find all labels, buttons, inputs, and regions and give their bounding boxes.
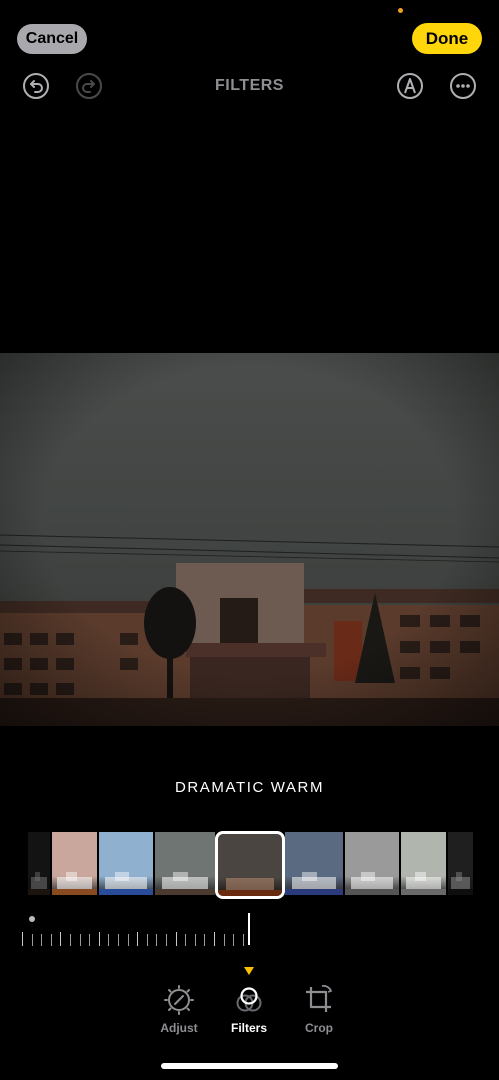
slider-tick bbox=[79, 934, 81, 946]
thumbnail-building-top bbox=[455, 872, 462, 881]
slider-tick bbox=[70, 934, 71, 946]
cancel-button[interactable]: Cancel bbox=[17, 24, 87, 54]
crop-tool-button[interactable]: Crop bbox=[289, 983, 349, 1035]
slider-tick bbox=[233, 934, 235, 946]
thumbnail-ground bbox=[52, 889, 97, 895]
slider-tick bbox=[89, 934, 91, 946]
recording-indicator-dot bbox=[398, 8, 403, 13]
thumbnail-building-top bbox=[302, 872, 317, 881]
filter-thumbnail-silvertone[interactable] bbox=[401, 832, 446, 895]
slider-tick bbox=[98, 932, 100, 946]
filters-tool-label: Filters bbox=[230, 1021, 267, 1035]
slider-tick bbox=[223, 934, 225, 946]
thumbnail-building-top bbox=[414, 872, 426, 881]
thumbnail-ground bbox=[448, 889, 473, 895]
filter-thumbnail-vivid-cool[interactable] bbox=[99, 832, 153, 895]
slider-tick bbox=[118, 934, 119, 946]
slider-tick bbox=[41, 934, 43, 946]
slider-tick bbox=[50, 934, 52, 946]
slider-tick bbox=[22, 932, 23, 946]
home-indicator[interactable] bbox=[161, 1063, 338, 1069]
filters-tool-button[interactable]: Filters bbox=[219, 983, 279, 1035]
filters-circles-icon bbox=[236, 987, 262, 1012]
thumbnail-ground bbox=[345, 889, 399, 895]
filter-thumbnail-mono[interactable] bbox=[345, 832, 399, 895]
thumbnail-ground bbox=[285, 889, 343, 895]
crop-tool-label: Crop bbox=[305, 1021, 333, 1035]
thumbnail-ground bbox=[155, 889, 215, 895]
slider-tick bbox=[175, 932, 177, 946]
adjust-dial-icon bbox=[164, 985, 194, 1015]
selected-filter-name: DRAMATIC WARM bbox=[174, 779, 325, 796]
markup-pen-icon[interactable] bbox=[395, 71, 425, 101]
slider-tick bbox=[31, 934, 33, 946]
more-icon[interactable] bbox=[448, 71, 478, 101]
thumbnail-building-top bbox=[173, 872, 188, 881]
slider-tick bbox=[137, 932, 139, 946]
adjust-tool-button[interactable]: Adjust bbox=[149, 983, 209, 1035]
adjust-tool-label: Adjust bbox=[160, 1021, 198, 1035]
slider-tick bbox=[146, 934, 148, 946]
slider-tick bbox=[108, 934, 110, 946]
slider-tick bbox=[127, 934, 129, 946]
thumbnail-ground bbox=[99, 889, 153, 895]
photo-preview[interactable] bbox=[0, 353, 499, 726]
slider-tick bbox=[185, 934, 187, 946]
thumbnail-building-top bbox=[115, 872, 129, 881]
crop-rotate-icon bbox=[306, 984, 333, 1012]
filter-thumbnail-original[interactable] bbox=[28, 832, 50, 895]
filter-thumbnail-dramatic[interactable] bbox=[155, 832, 215, 895]
filter-thumbnail-vivid-warm[interactable] bbox=[52, 832, 97, 895]
thumbnail-ground bbox=[28, 889, 50, 895]
thumbnail-building-top bbox=[65, 872, 77, 881]
slider-tick bbox=[242, 934, 244, 946]
thumbnail-building bbox=[225, 878, 275, 890]
thumbnail-ground bbox=[401, 889, 446, 895]
thumbnail-building-top bbox=[361, 872, 375, 881]
filter-thumbnail-dramatic-cool[interactable] bbox=[285, 832, 343, 895]
filter-thumbnail-noir[interactable] bbox=[448, 832, 473, 895]
thumbnail-ground bbox=[218, 890, 282, 896]
slider-current-indicator[interactable] bbox=[248, 913, 250, 945]
done-button[interactable]: Done bbox=[412, 23, 482, 54]
slider-tick bbox=[156, 934, 158, 946]
slider-tick bbox=[166, 934, 167, 946]
slider-tick bbox=[204, 934, 206, 946]
thumbnail-building-top bbox=[34, 872, 41, 881]
active-tool-marker bbox=[244, 967, 254, 975]
selected-filter-thumbnail[interactable] bbox=[215, 831, 285, 899]
filter-intensity-slider[interactable] bbox=[0, 906, 499, 951]
slider-tick bbox=[214, 932, 215, 946]
slider-tick bbox=[194, 934, 196, 946]
slider-origin-dot bbox=[29, 916, 35, 922]
slider-tick bbox=[60, 932, 62, 946]
